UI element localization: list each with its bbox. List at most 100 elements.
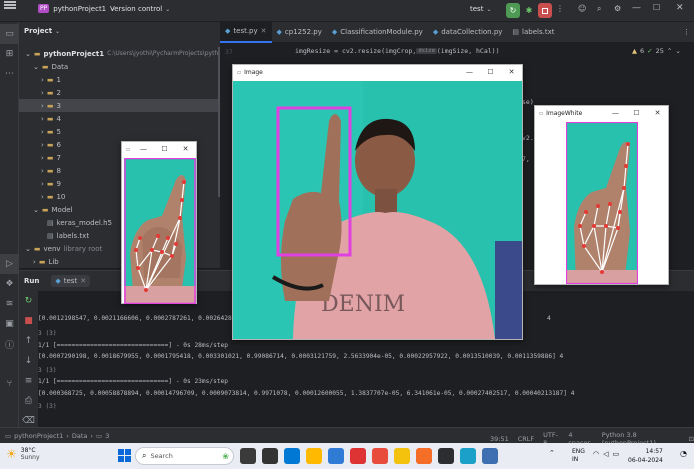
hand-crop-image [124,158,196,304]
run-config-tab[interactable]: ◆ test ✕ [51,275,91,287]
tree-data-folder[interactable]: ⌄ ▬ Data [33,60,68,73]
window-close[interactable]: ✕ [676,3,684,13]
rerun-button[interactable]: ↻ [19,291,38,311]
line-separator[interactable]: CRLF [518,435,534,443]
terminal-button[interactable]: ▣ [0,314,19,334]
lock-icon[interactable]: ⊡ [689,435,694,443]
weather-widget[interactable]: ☀ 38°C Sunny [6,447,40,461]
tree-lib-folder[interactable]: › ▬ Lib [33,255,59,268]
window-maximize[interactable]: ☐ [653,3,660,12]
close-icon[interactable]: ✕ [80,277,86,285]
file-explorer-icon[interactable] [306,448,322,464]
console-line: 4 [547,315,551,322]
git-button[interactable]: ⑂ [0,374,19,394]
settings-button[interactable]: ⚙ [614,4,621,13]
tree-model-folder[interactable]: ⌄ ▬ Model [33,203,73,216]
window-minimize[interactable]: — [632,3,641,13]
pycharm-icon[interactable] [438,448,454,464]
chevron-right-icon: › [90,431,94,440]
scroll-down-button[interactable]: ↓ [19,351,38,371]
task-view-icon[interactable] [240,448,256,464]
minimize-button[interactable]: — [459,65,480,80]
main-menu-button[interactable] [4,4,16,6]
tree-data-item-5[interactable]: › ▬ 5 [19,125,220,138]
tray-overflow-button[interactable]: ⌃ [549,449,555,457]
project-switcher[interactable]: PP pythonProject1 ⌄ [38,4,115,13]
breadcrumb-item[interactable]: Data [72,432,88,440]
stop-button[interactable] [538,3,552,18]
edge-icon[interactable] [284,448,300,464]
breadcrumb-item[interactable]: 3 [105,432,109,440]
system-tray[interactable]: ◠ ◁ ▭ [593,450,619,458]
tree-root[interactable]: ⌄ ▬ pythonProject1 C:\Users\jyothi\Pycha… [25,47,247,60]
project-tool-button[interactable]: ▭ [0,24,19,44]
run-tool-button[interactable]: ▷ [0,254,19,274]
chevron-up-icon[interactable]: ⌃ [667,47,672,55]
services-button[interactable]: ≋ [0,294,19,314]
close-button[interactable]: ✕ [501,65,522,80]
tab-cp1252[interactable]: ◆ cp1252.py [272,22,327,43]
clock[interactable]: 14:57 06-04-2024 [628,447,663,465]
tree-file-labels[interactable]: ▤ labels.txt [47,229,89,242]
code-line[interactable]: imgResize = cv2.resize(imgCrop, dsize (i… [295,47,500,55]
tree-data-item-4[interactable]: › ▬ 4 [19,112,220,125]
soft-wrap-button[interactable]: ≡ [19,371,38,391]
editor-tabs: ◆ test.py ✕ ◆ cp1252.py ◆ Classification… [220,21,694,43]
vcs-label: Version control [110,5,163,13]
python-packages-button[interactable]: ❖ [0,274,19,294]
store-icon[interactable] [328,448,344,464]
image-viewer-icon[interactable] [460,448,476,464]
tree-file-keras-model[interactable]: ▤ keras_model.h5 [47,216,112,229]
image-viewer-icon[interactable] [482,448,498,464]
caret-position[interactable]: 39:51 [490,435,509,443]
maximize-button[interactable]: ☐ [626,106,647,121]
app-icon[interactable] [416,448,432,464]
project-panel-header[interactable]: Project ⌄ [24,27,60,35]
chrome-icon[interactable] [394,448,410,464]
data-folder-label: Data [51,62,69,71]
console-line: [0.0012198547, 0.0021166606, 0.000278726… [38,315,240,322]
tab-labels-txt[interactable]: ▤ labels.txt [507,22,559,43]
maximize-button[interactable]: ☐ [154,142,175,157]
taskbar-search[interactable]: ⌕ Search ❀ [135,447,234,465]
vcs-widget[interactable]: Version control ⌄ [110,5,170,13]
start-button[interactable] [118,449,131,462]
more-tabs-button[interactable]: ⋮ [678,22,694,43]
tree-data-item-2[interactable]: › ▬ 2 [19,86,220,99]
inspection-widget[interactable]: ▲ 6 ✓ 25 ⌃ ⌄ [632,47,681,55]
tab-data-collection[interactable]: ◆ dataCollection.py [428,22,508,43]
close-button[interactable]: ✕ [175,142,196,157]
run-config-selector[interactable]: test ⌄ [470,5,491,13]
scroll-up-button[interactable]: ↑ [19,331,38,351]
rerun-button[interactable]: ↻ [506,3,520,18]
structure-tool-button[interactable]: ⊞ [0,44,19,64]
language-indicator[interactable]: ENG IN [572,448,585,464]
more-tools-button[interactable]: ⋯ [0,64,19,84]
notifications-button[interactable]: ◔ [680,449,687,458]
stop-run-button[interactable]: ■ [19,311,38,331]
tab-classification-module[interactable]: ◆ ClassificationModule.py [327,22,428,43]
lang-secondary: IN [572,456,579,463]
tree-data-item-3[interactable]: › ▬ 3 [19,99,220,112]
breadcrumb-item[interactable]: pythonProject1 [14,432,63,440]
problems-button[interactable]: ⓘ [0,334,19,354]
tab-test-py[interactable]: ◆ test.py ✕ [220,21,272,43]
close-button[interactable]: ✕ [647,106,668,121]
tree-venv-folder[interactable]: ⌄ ▬ venv library root [25,242,102,255]
maximize-button[interactable]: ☐ [480,65,501,80]
tree-data-item-1[interactable]: › ▬ 1 [19,73,220,86]
search-everywhere-button[interactable]: ⌕ [597,4,601,14]
print-button[interactable]: ⎙ [19,391,38,411]
minimize-button[interactable]: — [605,106,626,121]
close-icon[interactable]: ✕ [261,27,267,35]
minimize-button[interactable]: — [133,142,154,157]
more-actions-button[interactable]: ⋮ [556,4,564,13]
chevron-down-icon[interactable]: ⌄ [675,47,680,55]
mcafee-icon[interactable] [350,448,366,464]
add-user-button[interactable]: ☺ [578,4,586,13]
chevron-right-icon: › [33,257,36,266]
code-fragment: 7, [522,155,530,163]
debug-button[interactable]: ✱ [522,3,536,18]
app-icon[interactable] [372,448,388,464]
widgets-icon[interactable] [262,448,278,464]
